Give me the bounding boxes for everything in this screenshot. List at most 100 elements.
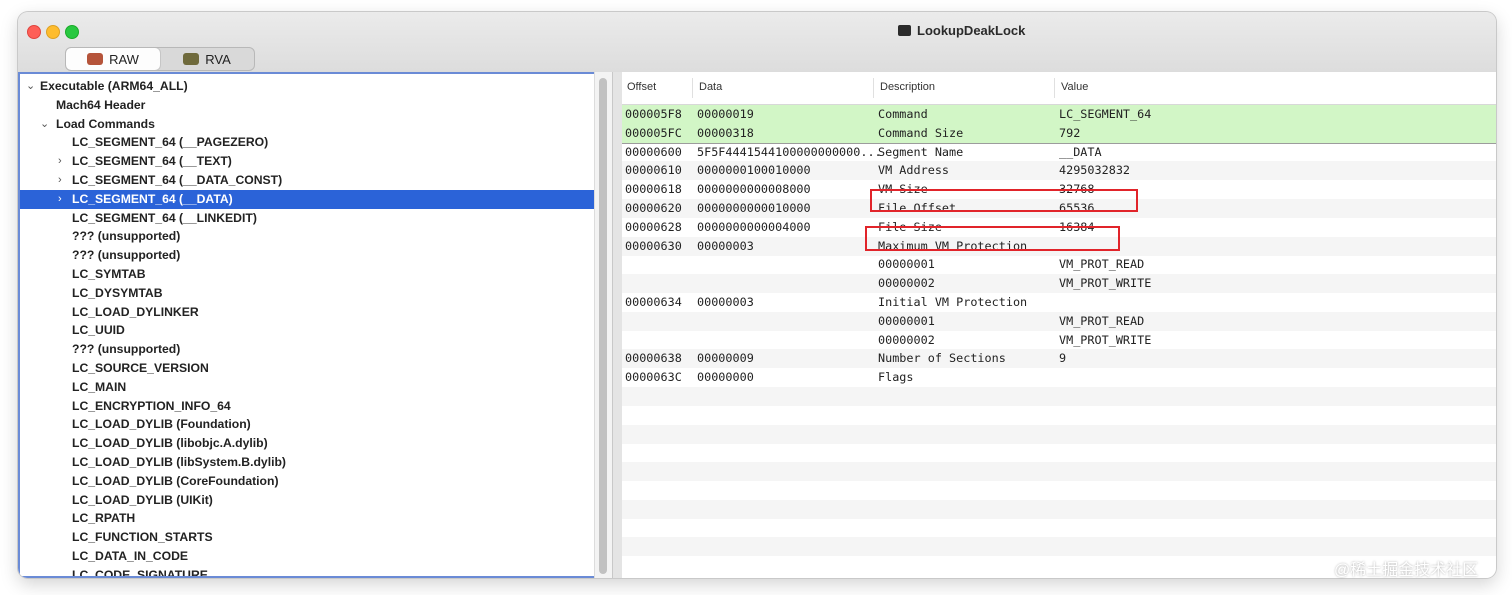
tree-item[interactable]: LC_CODE_SIGNATURE bbox=[20, 566, 594, 578]
app-window-icon bbox=[898, 25, 911, 36]
tree-item[interactable]: › LC_SEGMENT_64 (__DATA) bbox=[20, 189, 594, 209]
tree-item[interactable]: ??? (unsupported) bbox=[20, 340, 594, 359]
tree-item[interactable]: LC_MAIN bbox=[20, 378, 594, 397]
tree-item[interactable]: › LC_SEGMENT_64 (__TEXT) bbox=[20, 152, 594, 171]
tree-item[interactable]: LC_LOAD_DYLIB (UIKit) bbox=[20, 491, 594, 510]
tree-item-label: LC_SOURCE_VERSION bbox=[72, 361, 209, 375]
tree-item[interactable]: LC_LOAD_DYLINKER bbox=[20, 303, 594, 322]
detail-table: Offset Data Description Value 000005F8 00… bbox=[622, 72, 1496, 578]
tree-item[interactable]: LC_SOURCE_VERSION bbox=[20, 359, 594, 378]
cell-description: 00000002 bbox=[878, 332, 935, 347]
raw-icon bbox=[87, 53, 104, 65]
column-header-value[interactable]: Value bbox=[1061, 81, 1088, 93]
chevron-right-icon[interactable]: › bbox=[58, 190, 62, 209]
tree-item[interactable]: LC_UUID bbox=[20, 321, 594, 340]
tree-item[interactable]: LC_LOAD_DYLIB (libSystem.B.dylib) bbox=[20, 453, 594, 472]
cell-description: Number of Sections bbox=[878, 351, 1006, 366]
tree-scrollbar-thumb[interactable] bbox=[599, 78, 607, 574]
table-row[interactable]: 00000001 VM_PROT_READ bbox=[622, 255, 1496, 274]
tree-item[interactable]: LC_ENCRYPTION_INFO_64 bbox=[20, 397, 594, 416]
empty-table-row[interactable] bbox=[622, 406, 1496, 425]
raw-rva-segmented-control[interactable]: RAW RVA bbox=[65, 47, 255, 71]
tree-item-label: ??? (unsupported) bbox=[72, 342, 181, 357]
tree-item-label: LC_ENCRYPTION_INFO_64 bbox=[72, 398, 231, 413]
tree-item-label: LC_LOAD_DYLIB (libSystem.B.dylib) bbox=[72, 455, 286, 469]
tree-item[interactable]: LC_SYMTAB bbox=[20, 265, 594, 284]
chevron-right-icon[interactable]: › bbox=[58, 152, 62, 171]
load-commands-tree[interactable]: ⌄ Executable (ARM64_ALL) Mach64 Header ⌄ Loa… bbox=[18, 72, 594, 578]
table-row[interactable]: 00000638 00000009 Number of Sections 9 bbox=[622, 349, 1496, 369]
tree-item[interactable]: LC_DYSYMTAB bbox=[20, 284, 594, 303]
tree-item[interactable]: › LC_SEGMENT_64 (__DATA_CONST) bbox=[20, 171, 594, 190]
tree-item[interactable]: LC_DATA_IN_CODE bbox=[20, 547, 594, 566]
empty-table-row[interactable] bbox=[622, 537, 1496, 557]
empty-table-row[interactable] bbox=[622, 519, 1496, 538]
cell-value: VM_PROT_WRITE bbox=[1059, 276, 1152, 291]
cell-offset: 00000638 bbox=[625, 351, 682, 366]
title-bar: LookupDeakLock RAW RVA bbox=[18, 12, 1496, 75]
tree-item-label: LC_DYSYMTAB bbox=[72, 285, 163, 300]
empty-table-row[interactable] bbox=[622, 443, 1496, 462]
empty-table-row[interactable] bbox=[622, 499, 1496, 519]
tree-item-label: LC_CODE_SIGNATURE bbox=[72, 567, 208, 578]
rva-icon bbox=[183, 53, 200, 65]
tree-item[interactable]: ⌄ Executable (ARM64_ALL) bbox=[20, 77, 594, 96]
table-header: Offset Data Description Value bbox=[622, 72, 1496, 105]
table-row[interactable]: 00000600 5F5F4441544100000000000... Segmen… bbox=[622, 143, 1496, 162]
cell-offset: 0000063C bbox=[625, 370, 682, 385]
chevron-down-icon[interactable]: ⌄ bbox=[40, 115, 49, 134]
close-window-button[interactable] bbox=[27, 25, 41, 39]
cell-data: 00000009 bbox=[697, 351, 754, 366]
tree-item[interactable]: LC_FUNCTION_STARTS bbox=[20, 528, 594, 547]
rva-tab-label: RVA bbox=[205, 51, 231, 67]
tree-item[interactable]: LC_LOAD_DYLIB (CoreFoundation) bbox=[20, 472, 594, 491]
column-separator bbox=[873, 78, 874, 98]
vm-size-annotation-box bbox=[870, 189, 1138, 212]
rva-tab[interactable]: RVA bbox=[160, 48, 254, 70]
column-header-data[interactable]: Data bbox=[699, 81, 722, 93]
tree-item[interactable]: LC_RPATH bbox=[20, 509, 594, 528]
cell-description: 00000001 bbox=[878, 313, 935, 328]
table-row[interactable]: 00000610 0000000100010000 VM Address 429503… bbox=[622, 161, 1496, 181]
tree-scrollbar[interactable] bbox=[594, 72, 612, 578]
column-header-offset[interactable]: Offset bbox=[627, 81, 656, 93]
tree-item[interactable]: Mach64 Header bbox=[20, 96, 594, 115]
cell-data: 5F5F4441544100000000000... bbox=[697, 144, 882, 159]
table-row[interactable]: 000005F8 00000019 Command LC_SEGMENT_64 bbox=[622, 105, 1496, 124]
tree-item[interactable]: LC_SEGMENT_64 (__LINKEDIT) bbox=[20, 209, 594, 228]
empty-table-row[interactable] bbox=[622, 424, 1496, 444]
cell-offset: 000005F8 bbox=[625, 107, 682, 121]
cell-value: LC_SEGMENT_64 bbox=[1059, 107, 1152, 121]
tree-item-label: LC_MAIN bbox=[72, 379, 127, 394]
table-row[interactable]: 000005FC 00000318 Command Size 792 bbox=[622, 123, 1496, 143]
tree-item[interactable]: LC_LOAD_DYLIB (Foundation) bbox=[20, 415, 594, 434]
minimize-window-button[interactable] bbox=[46, 25, 60, 39]
cell-offset: 00000618 bbox=[625, 182, 682, 197]
tree-item[interactable]: ⌄ Load Commands bbox=[20, 115, 594, 134]
cell-data: 0000000000010000 bbox=[697, 201, 811, 215]
cell-description: Command bbox=[878, 107, 928, 121]
tree-item-label: LC_SEGMENT_64 (__TEXT) bbox=[72, 154, 232, 169]
empty-table-row[interactable] bbox=[622, 462, 1496, 482]
zoom-window-button[interactable] bbox=[65, 25, 79, 39]
raw-tab[interactable]: RAW bbox=[66, 48, 160, 70]
table-row[interactable]: 00000002 VM_PROT_WRITE bbox=[622, 274, 1496, 294]
tree-item-label: LC_SEGMENT_64 (__LINKEDIT) bbox=[72, 210, 257, 225]
table-row[interactable]: 00000001 VM_PROT_READ bbox=[622, 311, 1496, 331]
column-header-description[interactable]: Description bbox=[880, 81, 935, 93]
tree-item-label: LC_FUNCTION_STARTS bbox=[72, 530, 213, 545]
empty-table-row[interactable] bbox=[622, 387, 1496, 406]
tree-item[interactable]: LC_SEGMENT_64 (__PAGEZERO) bbox=[20, 133, 594, 152]
table-row[interactable]: 00000002 VM_PROT_WRITE bbox=[622, 331, 1496, 350]
empty-table-row[interactable] bbox=[622, 481, 1496, 500]
cell-data: 0000000100010000 bbox=[697, 163, 811, 178]
table-row[interactable]: 0000063C 00000000 Flags bbox=[622, 368, 1496, 387]
tree-item[interactable]: ??? (unsupported) bbox=[20, 246, 594, 265]
cell-data: 00000003 bbox=[697, 238, 754, 253]
tree-item[interactable]: LC_LOAD_DYLIB (libobjc.A.dylib) bbox=[20, 434, 594, 453]
tree-item-label: ??? (unsupported) bbox=[72, 229, 181, 244]
table-row[interactable]: 00000634 00000003 Initial VM Protection bbox=[622, 293, 1496, 312]
chevron-down-icon[interactable]: ⌄ bbox=[26, 77, 35, 96]
chevron-right-icon[interactable]: › bbox=[58, 171, 62, 190]
tree-item[interactable]: ??? (unsupported) bbox=[20, 227, 594, 246]
